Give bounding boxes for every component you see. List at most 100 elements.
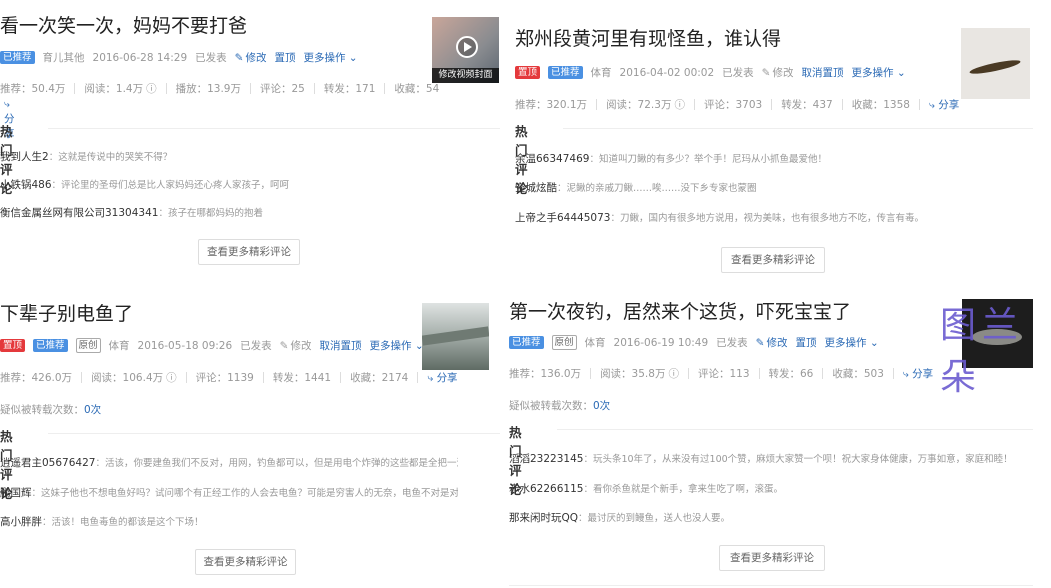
comment-text: ：泥鳅的亲戚刀鳅……唉……没下乡专家也蒙圈 [557, 183, 757, 194]
category: 体育 [590, 67, 612, 79]
original-badge: 原创 [551, 335, 577, 350]
stat-play: 播放：13.9万 [175, 83, 241, 95]
article-title[interactable]: 下辈子别电鱼了 [0, 302, 133, 326]
comment-item: 鹏国辉：这妹子他也不想电鱼好吗？试问哪个有正经工作的人会去电鱼？可能是穷害人的无… [0, 485, 458, 500]
category: 体育 [584, 337, 606, 349]
publish-date: 2016-06-28 14:29 [92, 51, 188, 64]
comment-user[interactable]: 逍遥君主05676427 [0, 457, 95, 469]
stat-comment: 评论：25 [259, 83, 305, 95]
article-stats: 推荐：50.4万 阅读：1.4万 ⓘ 播放：13.9万 评论：25 转发：171 … [0, 81, 439, 96]
reprint-count-link[interactable]: 0次 [593, 400, 610, 412]
edit-cover-caption[interactable]: 修改视频封面 [432, 68, 499, 83]
more-actions-button[interactable]: 更多操作 ⌄ [824, 335, 878, 350]
comment-user[interactable]: 衡信金属丝网有限公司31304341 [0, 207, 158, 219]
reprint-count-link[interactable]: 0次 [84, 404, 101, 416]
bridge-shape [422, 326, 489, 346]
article-stats: 推荐：320.1万 阅读：72.3万 ⓘ 评论：3703 转发：437 收藏：13… [515, 97, 959, 112]
edit-icon: ✎ [761, 67, 771, 79]
stat-comment: 评论：3703 [703, 99, 763, 111]
help-icon[interactable]: ⓘ [146, 81, 157, 96]
comment-user[interactable]: 赤水62266115 [509, 483, 583, 495]
comment-text: ：最讨厌的到鳗鱼，送人也没人要。 [578, 513, 731, 524]
comment-user[interactable]: 小铁锅486 [0, 179, 52, 191]
unpin-button[interactable]: 取消置顶 [319, 338, 361, 353]
stat-read: 阅读：106.4万 [91, 372, 164, 384]
comment-item: 空城炫酷：泥鳅的亲戚刀鳅……唉……没下乡专家也蒙圈 [515, 180, 1035, 195]
edit-icon: ✎ [279, 340, 289, 352]
chevron-down-icon: ⌄ [896, 67, 906, 79]
comment-user[interactable]: 我到人生2 [0, 151, 49, 163]
pin-button[interactable]: 置顶 [274, 50, 295, 65]
more-actions-button[interactable]: 更多操作 ⌄ [303, 50, 357, 65]
category: 育儿其他 [42, 52, 85, 64]
comment-user[interactable]: 那来闲时玩QQ [509, 512, 578, 524]
comment-user[interactable]: 空城炫酷 [515, 182, 557, 194]
stat-favorite: 收藏：54 [394, 83, 440, 95]
edit-button[interactable]: ✎ 修改 [762, 65, 794, 80]
share-button[interactable]: ⤷ 分享 [903, 366, 933, 381]
comment-item: 小铁锅486：评论里的圣母们总是比人家妈妈还心疼人家孩子，呵呵 [0, 177, 500, 192]
article-title[interactable]: 第一次夜钓，居然来个这货，吓死宝宝了 [509, 300, 851, 324]
comment-text: ：知道叫刀鳅的有多少？举个手！尼玛从小抓鱼最爱他！ [589, 154, 827, 165]
publish-status: 已发表 [716, 337, 748, 349]
more-comments-button[interactable]: 查看更多精彩评论 [721, 247, 825, 273]
comment-user[interactable]: 滔滔23223145 [509, 453, 583, 465]
comment-user[interactable]: 高小胖胖 [0, 516, 42, 528]
stat-forward: 转发：1441 [272, 372, 332, 384]
chevron-down-icon: ⌄ [869, 337, 879, 349]
unpin-button[interactable]: 取消置顶 [801, 65, 843, 80]
edit-icon: ✎ [755, 337, 765, 349]
more-actions-button[interactable]: 更多操作 ⌄ [851, 65, 905, 80]
recommended-badge: 已推荐 [548, 66, 583, 79]
stat-recommend: 推荐：320.1万 [515, 99, 588, 111]
stat-forward: 转发：171 [323, 83, 376, 95]
edit-button[interactable]: ✎ 修改 [280, 338, 312, 353]
pinned-badge: 置顶 [515, 66, 541, 79]
fish-shape [968, 57, 1022, 77]
article-title[interactable]: 看一次笑一次，妈妈不要打爸 [0, 14, 247, 38]
comment-item: 我到人生2：这就是传说中的哭笑不得？ [0, 149, 500, 164]
comment-text: ：评论里的圣母们总是比人家妈妈还心疼人家孩子，呵呵 [51, 180, 290, 191]
stat-forward: 转发：437 [781, 99, 833, 111]
help-icon[interactable]: ⓘ [668, 366, 679, 381]
more-comments-button[interactable]: 查看更多精彩评论 [198, 239, 300, 265]
share-icon: ⤷ [928, 99, 935, 111]
stat-favorite: 收藏：1358 [851, 99, 910, 111]
publish-status: 已发表 [240, 340, 272, 352]
article-meta: 置顶 已推荐 原创 体育 2016-05-18 09:26 已发表 ✎ 修改 取消… [0, 338, 424, 353]
video-thumbnail[interactable]: 修改视频封面 [432, 17, 499, 83]
article-thumbnail[interactable] [422, 303, 489, 370]
pin-button[interactable]: 置顶 [795, 335, 816, 350]
more-actions-button[interactable]: 更多操作 ⌄ [369, 338, 423, 353]
edit-icon: ✎ [234, 52, 244, 64]
share-button[interactable]: ⤷ 分享 [929, 97, 959, 112]
share-button[interactable]: ⤷ 分享 [427, 370, 457, 385]
help-icon[interactable]: ⓘ [166, 370, 177, 385]
comment-user[interactable]: 上帝之手64445073 [515, 212, 610, 224]
stat-favorite: 收藏：503 [832, 368, 884, 380]
stat-comment: 评论：113 [697, 368, 750, 380]
comment-user[interactable]: 鹏国辉 [0, 487, 32, 499]
stat-recommend: 推荐：426.0万 [0, 372, 73, 384]
comment-text: ：这妹子他也不想电鱼好吗？试问哪个有正经工作的人会去电鱼？可能是穷害人的无奈，电… [31, 488, 459, 499]
original-badge: 原创 [75, 338, 101, 353]
comment-text: ：孩子在哪都妈妈的抱着 [158, 208, 263, 219]
edit-button[interactable]: ✎ 修改 [756, 335, 788, 350]
divider [563, 128, 1033, 129]
category: 体育 [108, 340, 130, 352]
share-icon: ⤷ [902, 368, 909, 380]
stat-recommend: 推荐：136.0万 [509, 368, 582, 380]
more-comments-button[interactable]: 查看更多精彩评论 [719, 545, 825, 571]
comment-text: ：玩头条10年了，从来没有过100个赞，麻烦大家赞一个呗！祝大家身体健康，万事如… [583, 454, 1013, 465]
recommended-badge: 已推荐 [33, 339, 68, 352]
edit-button[interactable]: ✎ 修改 [235, 50, 267, 65]
article-meta: 已推荐 育儿其他 2016-06-28 14:29 已发表 ✎ 修改 置顶 更多操… [0, 50, 358, 65]
publish-date: 2016-06-19 10:49 [613, 336, 709, 349]
article-thumbnail[interactable] [961, 28, 1030, 99]
comment-user[interactable]: 余温66347469 [515, 153, 589, 165]
help-icon[interactable]: ⓘ [674, 97, 685, 112]
article-title[interactable]: 郑州段黄河里有现怪鱼，谁认得 [515, 27, 781, 51]
recommended-badge: 已推荐 [0, 51, 35, 64]
comment-text: ：刀鳅，国内有很多地方说用，视为美味，也有很多地方不吃，传言有毒。 [610, 213, 924, 224]
more-comments-button[interactable]: 查看更多精彩评论 [195, 549, 296, 575]
